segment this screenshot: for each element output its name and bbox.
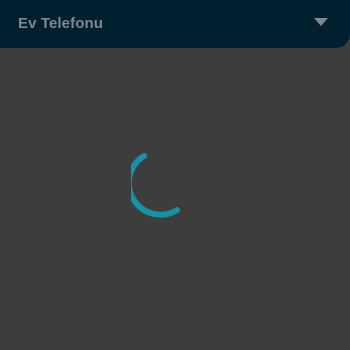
main-screen: Ev Telefonu — [0, 0, 350, 350]
chevron-down-icon[interactable] — [314, 18, 328, 26]
dropdown-title: Ev Telefonu — [18, 14, 103, 32]
loading-spinner-arc — [131, 153, 180, 218]
loading-spinner-icon — [131, 153, 180, 218]
phone-type-dropdown[interactable]: Ev Telefonu — [0, 0, 350, 48]
